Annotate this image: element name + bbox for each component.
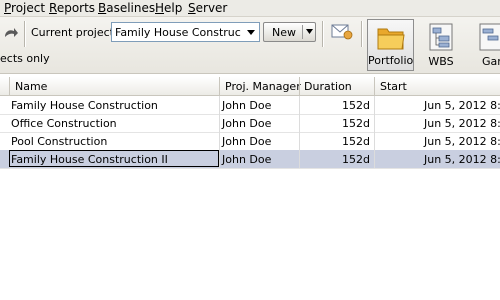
- column-divider[interactable]: [219, 77, 220, 95]
- current-project-label: Current project:: [31, 26, 118, 39]
- menu-baselines[interactable]: Baselines: [98, 1, 155, 15]
- duration-cell: 152d: [342, 153, 370, 166]
- menu-project[interactable]: Project: [4, 1, 45, 15]
- column-header-start[interactable]: Start: [380, 80, 407, 93]
- portfolio-label: Portfolio: [368, 54, 414, 67]
- column-divider: [219, 96, 220, 114]
- new-button-label: New: [272, 26, 296, 39]
- project-name-cell: Family House Construction: [11, 99, 158, 112]
- start-cell: Jun 5, 2012 8:0: [424, 117, 500, 130]
- wbs-label: WBS: [428, 55, 454, 68]
- column-header-name[interactable]: Name: [15, 80, 47, 93]
- gantt-button[interactable]: Gan: [474, 19, 500, 71]
- current-project-select[interactable]: Family House Constructio: [111, 22, 260, 42]
- folder-icon: [377, 28, 405, 50]
- project-name-cell: Office Construction: [11, 117, 117, 130]
- column-header-manager[interactable]: Proj. Manager: [225, 80, 301, 93]
- toolbar: Current project: Family House Constructi…: [0, 17, 500, 74]
- toolbar-separator: [322, 21, 323, 47]
- manager-cell: John Doe: [222, 153, 272, 166]
- toolbar-separator: [361, 21, 362, 47]
- redo-icon[interactable]: [2, 25, 18, 41]
- chevron-down-icon[interactable]: [305, 27, 314, 36]
- start-cell: Jun 5, 2012 8:0: [424, 153, 500, 166]
- menu-help[interactable]: Help: [155, 1, 182, 15]
- menu-bar: Project Reports Baselines Help Server: [0, 0, 500, 17]
- new-button[interactable]: New: [263, 22, 316, 42]
- gantt-icon: [479, 23, 500, 51]
- start-cell: Jun 5, 2012 8:0: [424, 99, 500, 112]
- column-divider: [219, 114, 220, 132]
- manager-cell: John Doe: [222, 117, 272, 130]
- column-divider: [374, 114, 375, 132]
- gantt-label: Gan: [482, 55, 500, 68]
- table-row[interactable]: Office Construction John Doe 152d Jun 5,…: [0, 114, 500, 133]
- duration-cell: 152d: [342, 99, 370, 112]
- current-project-value: Family House Constructio: [115, 26, 241, 39]
- project-name-cell: Family House Construction II: [9, 150, 219, 167]
- mail-icon[interactable]: [331, 22, 353, 40]
- column-divider[interactable]: [374, 77, 375, 95]
- wbs-icon: [429, 23, 453, 51]
- column-divider: [374, 132, 375, 150]
- table-row[interactable]: Family House Construction John Doe 152d …: [0, 96, 500, 115]
- table-row-selected[interactable]: Family House Construction II John Doe 15…: [0, 150, 500, 169]
- column-header-duration[interactable]: Duration: [304, 80, 352, 93]
- chevron-down-icon[interactable]: [245, 26, 257, 38]
- table-header: Name Proj. Manager Duration Start: [0, 77, 500, 96]
- menu-reports[interactable]: Reports: [49, 1, 95, 15]
- manager-cell: John Doe: [222, 99, 272, 112]
- column-divider: [374, 96, 375, 114]
- project-name-cell: Pool Construction: [11, 135, 108, 148]
- column-divider: [9, 77, 10, 95]
- wbs-button[interactable]: WBS: [418, 19, 464, 71]
- column-divider[interactable]: [299, 77, 300, 95]
- manager-cell: John Doe: [222, 135, 272, 148]
- duration-cell: 152d: [342, 135, 370, 148]
- start-cell: Jun 5, 2012 8:0: [424, 135, 500, 148]
- new-button-divider: [302, 25, 303, 39]
- menu-server[interactable]: Server: [188, 1, 227, 15]
- column-divider: [219, 150, 220, 168]
- column-divider: [374, 150, 375, 168]
- portfolio-button[interactable]: Portfolio: [367, 19, 414, 71]
- table-row[interactable]: Pool Construction John Doe 152d Jun 5, 2…: [0, 132, 500, 151]
- column-divider: [219, 132, 220, 150]
- toolbar-separator: [24, 21, 25, 47]
- filter-option-label[interactable]: ects only: [0, 52, 50, 65]
- duration-cell: 152d: [342, 117, 370, 130]
